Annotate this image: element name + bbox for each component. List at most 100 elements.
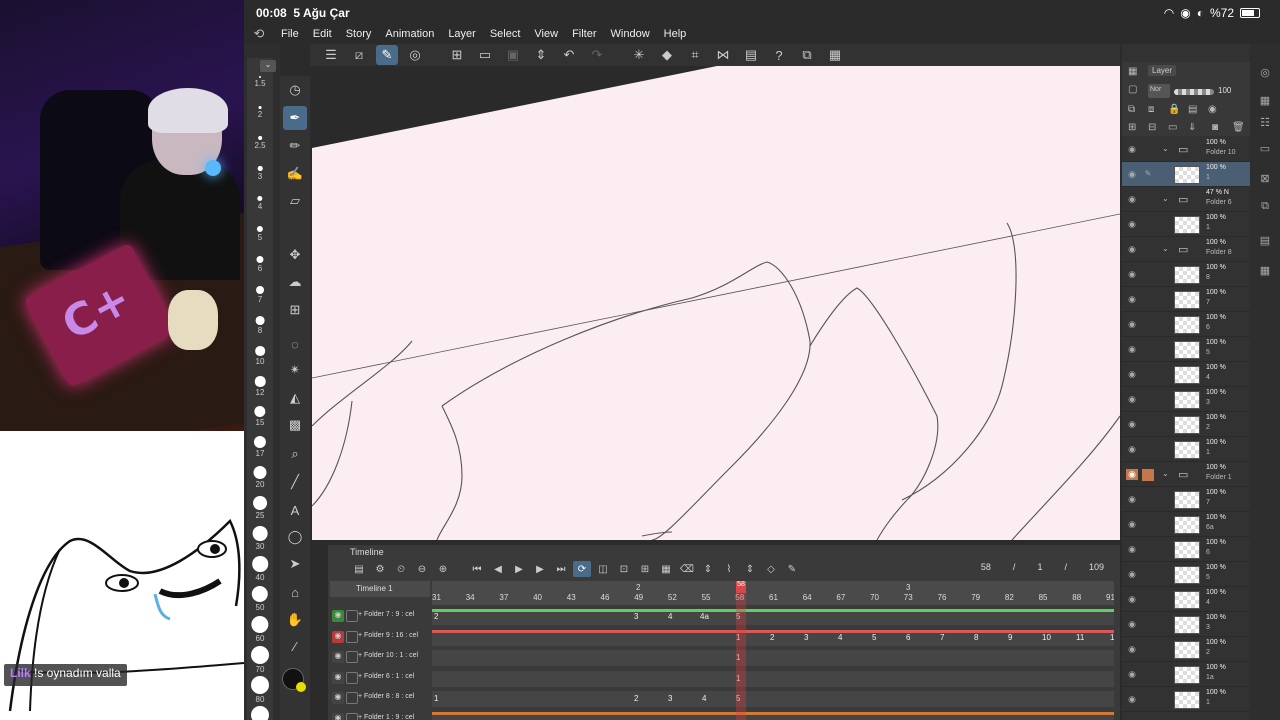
new-cel-icon[interactable]: ⊞ (636, 561, 654, 577)
object-tool-icon[interactable]: ➤ (283, 552, 307, 576)
light-table-icon[interactable]: ⊡ (615, 561, 633, 577)
layer-row[interactable]: ◉ 100 % 7 (1122, 287, 1250, 312)
save-icon[interactable]: ▣ (502, 45, 524, 65)
timeline-name[interactable]: Timeline 1 (330, 581, 430, 597)
move-tool-icon[interactable]: ✥ (283, 243, 307, 267)
menu-window[interactable]: Window (604, 28, 657, 40)
layer-edit-icon[interactable] (1142, 519, 1154, 531)
edit-icon[interactable]: ✎ (376, 45, 398, 65)
brush-size-dot[interactable] (255, 346, 265, 356)
magic-wand-icon[interactable]: ✴ (283, 358, 307, 382)
brush-size-dot[interactable] (256, 256, 264, 264)
folder-chevron-icon[interactable]: ⌄ (1162, 194, 1169, 203)
opacity-slider[interactable] (1174, 89, 1214, 95)
track-visibility-icon[interactable]: ◉ (332, 712, 344, 720)
edit-cel-icon[interactable]: ✎ (783, 561, 801, 577)
help-icon[interactable]: ? (768, 45, 790, 65)
folder-chevron-icon[interactable]: ⌄ (1162, 469, 1169, 478)
last-frame-icon[interactable]: ⏭ (552, 561, 570, 577)
ruler-tool-icon[interactable]: ⌂ (283, 580, 307, 604)
brush-tool-icon[interactable]: ✍ (283, 162, 307, 186)
layer-row[interactable]: ◉ 100 % 8 (1122, 262, 1250, 287)
track-lock-icon[interactable] (346, 671, 358, 684)
cel-label[interactable]: 2 (770, 633, 774, 642)
cel-dim-icon[interactable]: ⌇ (720, 561, 738, 577)
line-tool-icon[interactable]: ╱ (283, 470, 307, 494)
menu-help[interactable]: Help (657, 28, 694, 40)
new-vector-icon[interactable]: ⊟ (1148, 122, 1156, 133)
material-icon[interactable]: ⊠ (1256, 172, 1274, 190)
brush-size-dropdown[interactable]: ⌄ (260, 60, 276, 72)
layer-row[interactable]: ◉ 100 % 4 (1122, 587, 1250, 612)
cel-label[interactable]: 11 (1076, 633, 1084, 642)
cel-label[interactable]: 8 (974, 633, 978, 642)
rotate-canvas-icon[interactable]: ⧄ (348, 45, 370, 65)
brush-size-dot[interactable] (254, 406, 266, 418)
blend-tool-icon[interactable]: ☁ (283, 270, 307, 294)
layer-row[interactable]: ◉ 100 % 7 (1122, 487, 1250, 512)
timeline-track[interactable]: ◉ + Folder 1 : 9 : cel (328, 710, 1120, 720)
layer-visibility-icon[interactable]: ◉ (1126, 644, 1138, 655)
first-frame-icon[interactable]: ⏮ (468, 561, 486, 577)
eyedropper-tool-icon[interactable]: ⌕ (283, 442, 307, 466)
subtool-icon[interactable]: ⧉ (1256, 200, 1274, 218)
color-set-icon[interactable]: ▦ (1256, 94, 1274, 112)
layer-row[interactable]: ◉ 100 % 1 (1122, 687, 1250, 712)
brush-size-dot[interactable] (251, 706, 269, 720)
layer-edit-icon[interactable] (1142, 394, 1154, 406)
menu-layer[interactable]: Layer (441, 28, 483, 40)
layer-visibility-icon[interactable]: ◉ (1126, 569, 1138, 580)
cel-label[interactable]: 7 (940, 633, 944, 642)
onion-skin-icon[interactable]: ◫ (594, 561, 612, 577)
layer-edit-icon[interactable] (1142, 319, 1154, 331)
track-lock-icon[interactable] (346, 610, 358, 622)
layer-row[interactable]: ◉ ✎ 100 % 1 (1122, 162, 1250, 187)
layer-folder-row[interactable]: ◉ ⌄ ▭ 100 % Folder 1 (1122, 462, 1250, 487)
new-file-icon[interactable]: ⊞ (446, 45, 468, 65)
layer-edit-icon[interactable] (1142, 444, 1154, 456)
brush-size-dot[interactable] (253, 466, 267, 480)
layer-folder-row[interactable]: ◉ ⌄ ▭ 47 % N Folder 6 (1122, 187, 1250, 212)
blend-mode-select[interactable]: Nor (1148, 84, 1170, 98)
layer-visibility-icon[interactable]: ◉ (1126, 244, 1138, 255)
track-cells[interactable]: 2 3 4 4a 5 (432, 609, 1114, 625)
menu-view[interactable]: View (527, 28, 565, 40)
track-cells[interactable]: 1 (432, 670, 1114, 687)
canvas-viewport[interactable] (312, 66, 1120, 540)
track-cells[interactable]: 12345 (432, 691, 1114, 707)
layer-visibility-icon[interactable]: ◉ (1126, 344, 1138, 355)
layer-edit-icon[interactable] (1142, 294, 1154, 306)
delete-layer-icon[interactable]: 🗑 (1232, 122, 1245, 133)
layer-edit-icon[interactable] (1142, 419, 1154, 431)
cel-label[interactable]: 3 (804, 633, 808, 642)
new-folder-icon[interactable]: ▭ (1168, 122, 1177, 133)
eyedrop-icon[interactable]: ⁄ (283, 634, 307, 658)
track-lock-icon[interactable] (346, 651, 358, 663)
layer-row[interactable]: ◉ 100 % 5 (1122, 562, 1250, 587)
history-icon[interactable]: ☷ (1256, 116, 1274, 134)
lock-alpha-icon[interactable]: ▤ (1188, 104, 1197, 115)
clip-icon[interactable]: ⧉ (1128, 104, 1135, 115)
timeline-track[interactable]: ◉ + Folder 6 : 1 : cel 1 (328, 669, 1120, 689)
layer-visibility-icon[interactable]: ◉ (1126, 394, 1138, 405)
layer-visibility-icon[interactable]: ◉ (1126, 194, 1138, 205)
track-cells[interactable]: 1 (432, 650, 1114, 666)
layer-edit-icon[interactable] (1142, 694, 1154, 706)
brush-size-dot[interactable] (252, 526, 268, 541)
layer-edit-icon[interactable] (1142, 244, 1154, 256)
cel-order-icon[interactable]: ⇕ (741, 561, 759, 577)
undo-icon[interactable]: ↶ (558, 45, 580, 65)
layer-visibility-icon[interactable]: ◉ (1126, 319, 1138, 330)
layer-visibility-icon[interactable]: ◉ (1126, 619, 1138, 630)
layer-row[interactable]: ◉ 100 % 1 (1122, 212, 1250, 237)
layer-property-icon[interactable]: ▢ (1128, 84, 1137, 95)
layer-edit-icon[interactable] (1142, 269, 1154, 281)
layer-edit-icon[interactable] (1142, 219, 1154, 231)
track-lock-icon[interactable] (346, 630, 358, 643)
frame-ruler[interactable]: 31 34 37 40 43 46 49 52 55 58 61 64 67 70 73 76 79 82 85 88… (432, 581, 1114, 605)
folder-chevron-icon[interactable]: ⌄ (1162, 244, 1169, 253)
new-timeline-icon[interactable]: ▤ (350, 561, 368, 577)
layer-edit-icon[interactable] (1142, 344, 1154, 356)
playhead[interactable]: 58 (736, 581, 746, 720)
new-raster-icon[interactable]: ⊞ (1128, 122, 1136, 133)
